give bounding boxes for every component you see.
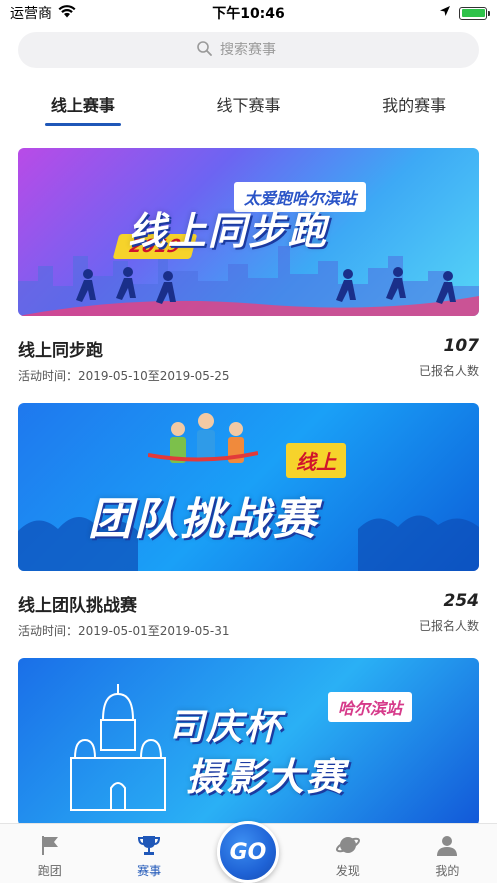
search-input[interactable]: [220, 42, 300, 58]
nav-item-events[interactable]: 赛事: [99, 832, 198, 883]
banner-tag: 哈尔滨站: [328, 692, 413, 722]
event-date: 活动时间：2019-05-01至2019-05-31: [18, 624, 230, 638]
search-icon: [197, 40, 212, 60]
tab-my-events[interactable]: 我的赛事: [331, 84, 497, 128]
search-bar[interactable]: [18, 32, 479, 68]
banner-title: 线上同步跑: [128, 209, 329, 253]
location-arrow-icon: [439, 5, 451, 21]
status-bar: 运营商 下午10:46: [0, 0, 497, 26]
wifi-icon: [58, 4, 76, 22]
trophy-icon: [136, 832, 162, 858]
flag-icon: [37, 832, 63, 858]
user-icon: [434, 832, 460, 858]
event-banner[interactable]: 哈尔滨站 司庆杯 摄影大赛: [18, 658, 479, 826]
runners-celebrating-image: [148, 413, 258, 463]
event-title: 线上团队挑战赛: [18, 596, 137, 616]
planet-icon: [335, 832, 361, 858]
event-banner[interactable]: 太爱跑哈尔滨站 2019 线上同步跑: [18, 148, 479, 316]
tab-online-events[interactable]: 线上赛事: [0, 84, 166, 128]
go-button[interactable]: GO: [217, 821, 279, 883]
nav-item-profile[interactable]: 我的: [398, 832, 497, 883]
nav-label: 发现: [335, 864, 360, 878]
registration-count: 107: [443, 336, 480, 356]
event-tabs: 线上赛事 线下赛事 我的赛事: [0, 84, 497, 128]
registration-count-label: 已报名人数: [418, 364, 479, 378]
nav-label: 赛事: [137, 864, 162, 878]
nav-label: 我的: [435, 864, 460, 878]
registration-count-label: 已报名人数: [418, 619, 479, 633]
banner-title: 团队挑战赛: [88, 494, 318, 545]
nav-label: 跑团: [37, 864, 62, 878]
event-title: 线上同步跑: [18, 341, 103, 361]
event-list: 太爱跑哈尔滨站 2019 线上同步跑 线上同步跑 活动时间：2019-05-10…: [18, 148, 479, 883]
battery-icon: [459, 6, 490, 20]
event-date: 活动时间：2019-05-10至2019-05-25: [18, 369, 230, 383]
banner-title-line1: 司庆杯: [168, 707, 283, 748]
nav-item-discover[interactable]: 发现: [298, 832, 397, 883]
carrier-label: 运营商: [10, 6, 52, 22]
tab-offline-events[interactable]: 线下赛事: [166, 84, 332, 128]
cathedral-image: [70, 684, 166, 811]
event-card[interactable]: 太爱跑哈尔滨站 2019 线上同步跑 线上同步跑 活动时间：2019-05-10…: [18, 148, 479, 403]
banner-title-line2: 摄影大赛: [186, 755, 347, 799]
nav-item-running-club[interactable]: 跑团: [0, 832, 99, 883]
status-time: 下午10:46: [212, 6, 285, 22]
banner-tag: 线上: [286, 443, 346, 478]
event-card[interactable]: 线上 团队挑战赛 线上团队挑战赛 活动时间：2019-05-01至2019-05…: [18, 403, 479, 658]
registration-count: 254: [443, 591, 480, 611]
event-banner[interactable]: 线上 团队挑战赛: [18, 403, 479, 571]
runners-silhouette-image: [18, 267, 479, 316]
